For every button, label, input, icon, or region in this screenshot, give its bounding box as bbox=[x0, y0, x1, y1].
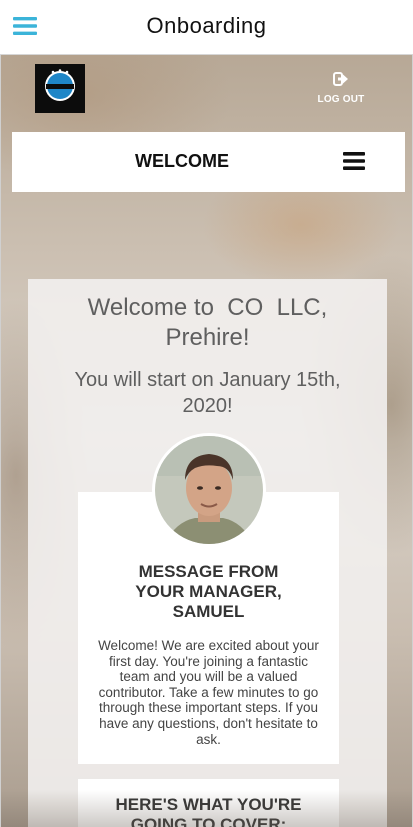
greeting-line: Prehire! bbox=[165, 324, 250, 351]
start-date: You will start on January 15th, 2020! bbox=[28, 367, 387, 419]
heading-line: YOUR MANAGER, bbox=[135, 582, 282, 601]
hamburger-icon[interactable] bbox=[343, 152, 365, 170]
logout-icon bbox=[333, 72, 349, 90]
heading-line: MESSAGE FROM bbox=[138, 562, 279, 581]
start-date-line: You will start on January 15th, bbox=[74, 369, 341, 391]
manager-avatar bbox=[155, 436, 263, 544]
greeting-line: Welcome to CO LLC, bbox=[87, 294, 328, 321]
manager-message-body: Welcome! We are excited about your first… bbox=[98, 638, 319, 747]
logout-label: LOG OUT bbox=[317, 94, 365, 105]
heading-line: GOING TO COVER: bbox=[130, 815, 287, 827]
heading-line: SAMUEL bbox=[172, 602, 245, 621]
welcome-bar: WELCOME bbox=[12, 132, 405, 192]
logout-button[interactable]: LOG OUT bbox=[313, 72, 369, 105]
welcome-panel: Welcome to CO LLC, Prehire! You will sta… bbox=[28, 279, 387, 827]
cover-overview-card: HERE'S WHAT YOU'RE GOING TO COVER: bbox=[78, 779, 339, 827]
welcome-greeting: Welcome to CO LLC, Prehire! bbox=[28, 293, 387, 353]
welcome-title: WELCOME bbox=[135, 151, 229, 171]
start-date-line: 2020! bbox=[182, 395, 233, 417]
app-title: Onboarding bbox=[146, 13, 267, 38]
company-logo bbox=[35, 64, 85, 113]
onboarding-screen: LOG OUT WELCOME Welcome to CO LLC, Prehi… bbox=[0, 55, 413, 827]
cover-heading: HERE'S WHAT YOU'RE GOING TO COVER: bbox=[78, 795, 339, 827]
manager-message-heading: MESSAGE FROM YOUR MANAGER, SAMUEL bbox=[78, 562, 339, 622]
app-bar: Onboarding bbox=[0, 0, 413, 55]
heading-line: HERE'S WHAT YOU'RE bbox=[115, 795, 302, 814]
